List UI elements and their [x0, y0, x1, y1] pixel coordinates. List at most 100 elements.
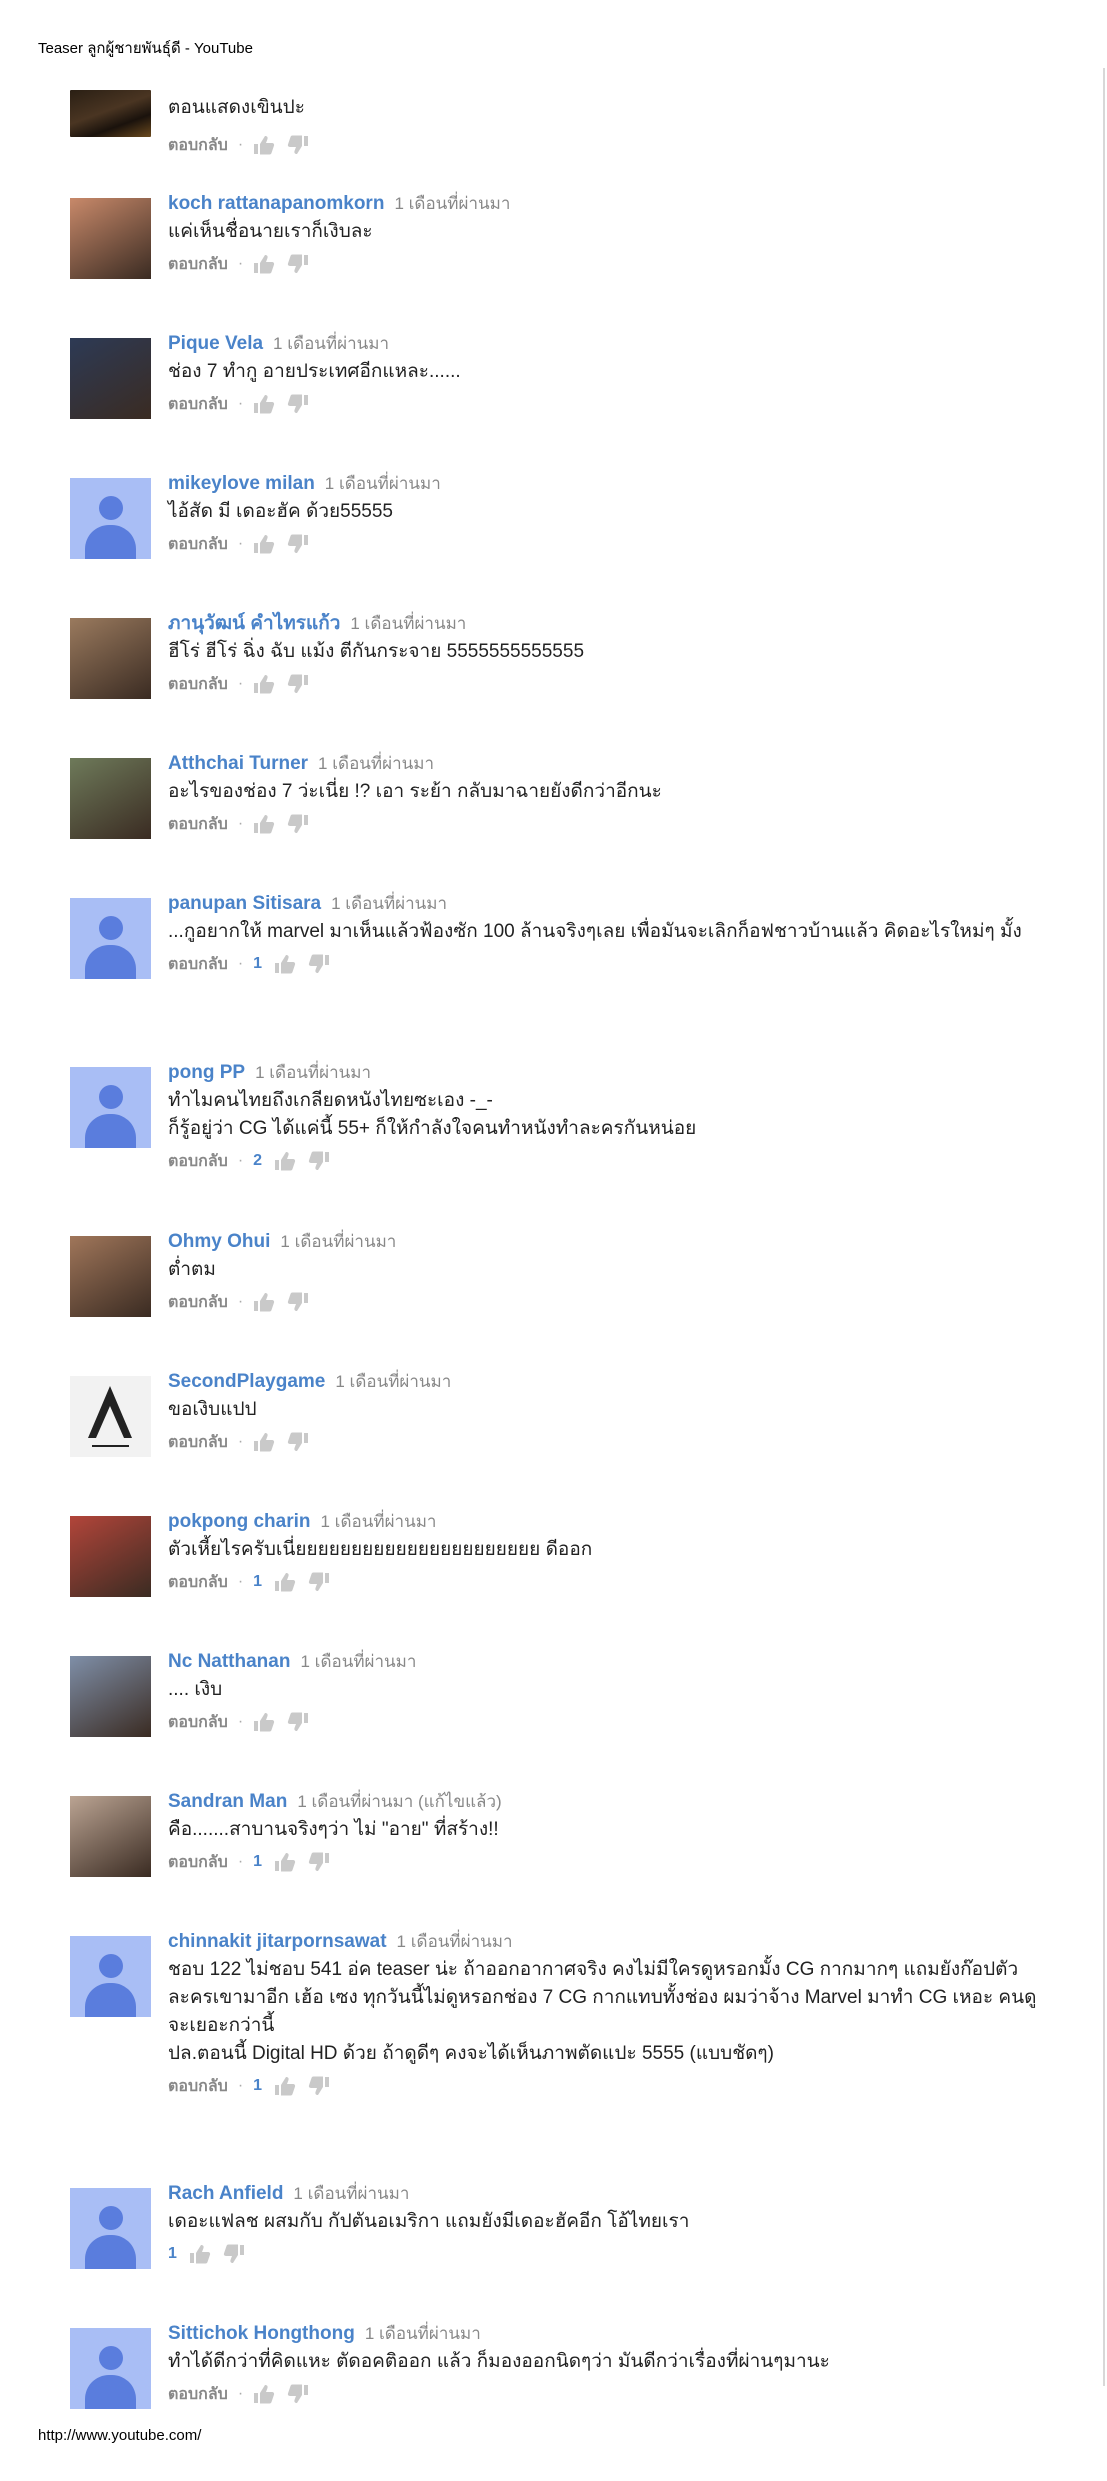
thumb-down-icon[interactable]	[308, 1852, 330, 1872]
timestamp[interactable]: 1 เดือนที่ผ่านมา	[255, 1063, 371, 1082]
thumb-down-icon[interactable]	[308, 2076, 330, 2096]
author-link[interactable]: mikeylove milan	[168, 473, 315, 494]
thumb-down-icon[interactable]	[223, 2244, 245, 2264]
timestamp[interactable]: 1 เดือนที่ผ่านมา (แก้ไขแล้ว)	[297, 1792, 501, 1811]
avatar[interactable]	[70, 2328, 151, 2409]
thumb-up-icon[interactable]	[253, 814, 275, 834]
reply-button[interactable]: ตอบกลับ	[168, 532, 228, 557]
avatar[interactable]	[70, 1936, 151, 2017]
thumb-up-icon[interactable]	[253, 534, 275, 554]
timestamp[interactable]: 1 เดือนที่ผ่านมา	[325, 474, 441, 493]
avatar[interactable]	[70, 478, 151, 559]
reply-button[interactable]: ตอบกลับ	[168, 2382, 228, 2407]
thumb-up-icon[interactable]	[253, 1712, 275, 1732]
author-link[interactable]: Pique Vela	[168, 333, 263, 354]
avatar[interactable]	[70, 1796, 151, 1877]
author-link[interactable]: SecondPlaygame	[168, 1371, 325, 1392]
avatar[interactable]	[70, 198, 151, 279]
timestamp[interactable]: 1 เดือนที่ผ่านมา	[331, 894, 447, 913]
timestamp[interactable]: 1 เดือนที่ผ่านมา	[321, 1512, 437, 1531]
thumb-down-icon[interactable]	[308, 1572, 330, 1592]
avatar[interactable]	[70, 1236, 151, 1317]
thumb-up-icon[interactable]	[189, 2244, 211, 2264]
reply-button[interactable]: ตอบกลับ	[168, 812, 228, 837]
avatar[interactable]	[70, 90, 151, 137]
author-link[interactable]: ภานุวัฒน์ คำไทรแก้ว	[168, 613, 340, 634]
reply-button[interactable]: ตอบกลับ	[168, 252, 228, 277]
timestamp[interactable]: 1 เดือนที่ผ่านมา	[397, 1932, 513, 1951]
page-title: Teaser ลูกผู้ชายพันธุ์ดี - YouTube	[38, 40, 253, 57]
timestamp[interactable]: 1 เดือนที่ผ่านมา	[273, 334, 389, 353]
timestamp[interactable]: 1 เดือนที่ผ่านมา	[365, 2324, 481, 2343]
comment-text: ต่ำตม	[168, 1259, 216, 1280]
avatar[interactable]	[70, 618, 151, 699]
avatar[interactable]	[70, 338, 151, 419]
reply-button[interactable]: ตอบกลับ	[168, 2074, 228, 2099]
thumb-up-icon[interactable]	[274, 954, 296, 974]
author-link[interactable]: Atthchai Turner	[168, 753, 308, 774]
thumb-down-icon[interactable]	[287, 1432, 309, 1452]
author-link[interactable]: Nc Natthanan	[168, 1651, 290, 1672]
avatar[interactable]	[70, 758, 151, 839]
comment-actions: ตอบกลับ · 1	[168, 1572, 1048, 1592]
thumb-up-icon[interactable]	[274, 2076, 296, 2096]
timestamp[interactable]: 1 เดือนที่ผ่านมา	[350, 614, 466, 633]
thumb-up-icon[interactable]	[253, 2384, 275, 2404]
thumb-down-icon[interactable]	[287, 534, 309, 554]
reply-button[interactable]: ตอบกลับ	[168, 1570, 228, 1595]
thumb-down-icon[interactable]	[287, 135, 309, 155]
thumb-up-icon[interactable]	[274, 1572, 296, 1592]
thumb-down-icon[interactable]	[308, 954, 330, 974]
reply-button[interactable]: ตอบกลับ	[168, 952, 228, 977]
thumb-down-icon[interactable]	[287, 394, 309, 414]
author-link[interactable]: pong PP	[168, 1062, 245, 1083]
thumb-down-icon[interactable]	[287, 1292, 309, 1312]
separator: ·	[237, 136, 244, 153]
thumb-up-icon[interactable]	[274, 1151, 296, 1171]
comment-actions: ตอบกลับ ·	[168, 534, 1048, 554]
reply-button[interactable]: ตอบกลับ	[168, 133, 228, 158]
reply-button[interactable]: ตอบกลับ	[168, 1710, 228, 1735]
reply-button[interactable]: ตอบกลับ	[168, 392, 228, 417]
reply-button[interactable]: ตอบกลับ	[168, 1149, 228, 1174]
comment-text: ไอ้สัด มี เดอะฮัค ด้วย55555	[168, 501, 393, 522]
separator: ·	[237, 2077, 244, 2094]
thumb-down-icon[interactable]	[287, 2384, 309, 2404]
thumb-up-icon[interactable]	[253, 1432, 275, 1452]
thumb-up-icon[interactable]	[253, 394, 275, 414]
author-link[interactable]: Ohmy Ohui	[168, 1231, 270, 1252]
avatar[interactable]	[70, 1516, 151, 1597]
thumb-up-icon[interactable]	[253, 674, 275, 694]
thumb-down-icon[interactable]	[287, 674, 309, 694]
avatar[interactable]	[70, 1656, 151, 1737]
avatar[interactable]	[70, 1376, 151, 1457]
author-link[interactable]: panupan Sitisara	[168, 893, 321, 914]
thumb-down-icon[interactable]	[287, 1712, 309, 1732]
timestamp[interactable]: 1 เดือนที่ผ่านมา	[318, 754, 434, 773]
author-link[interactable]: chinnakit jitarpornsawat	[168, 1931, 387, 1952]
timestamp[interactable]: 1 เดือนที่ผ่านมา	[394, 194, 510, 213]
thumb-up-icon[interactable]	[253, 135, 275, 155]
timestamp[interactable]: 1 เดือนที่ผ่านมา	[280, 1232, 396, 1251]
thumb-down-icon[interactable]	[308, 1151, 330, 1171]
reply-button[interactable]: ตอบกลับ	[168, 1430, 228, 1455]
reply-button[interactable]: ตอบกลับ	[168, 672, 228, 697]
thumb-up-icon[interactable]	[253, 1292, 275, 1312]
thumb-up-icon[interactable]	[253, 254, 275, 274]
avatar[interactable]	[70, 2188, 151, 2269]
reply-button[interactable]: ตอบกลับ	[168, 1850, 228, 1875]
author-link[interactable]: pokpong charin	[168, 1511, 311, 1532]
author-link[interactable]: Rach Anfield	[168, 2183, 283, 2204]
timestamp[interactable]: 1 เดือนที่ผ่านมา	[335, 1372, 451, 1391]
timestamp[interactable]: 1 เดือนที่ผ่านมา	[293, 2184, 409, 2203]
author-link[interactable]: Sandran Man	[168, 1791, 287, 1812]
avatar[interactable]	[70, 1067, 151, 1148]
thumb-down-icon[interactable]	[287, 254, 309, 274]
reply-button[interactable]: ตอบกลับ	[168, 1290, 228, 1315]
thumb-down-icon[interactable]	[287, 814, 309, 834]
thumb-up-icon[interactable]	[274, 1852, 296, 1872]
author-link[interactable]: koch rattanapanomkorn	[168, 193, 384, 214]
avatar[interactable]	[70, 898, 151, 979]
author-link[interactable]: Sittichok Hongthong	[168, 2323, 355, 2344]
timestamp[interactable]: 1 เดือนที่ผ่านมา	[300, 1652, 416, 1671]
